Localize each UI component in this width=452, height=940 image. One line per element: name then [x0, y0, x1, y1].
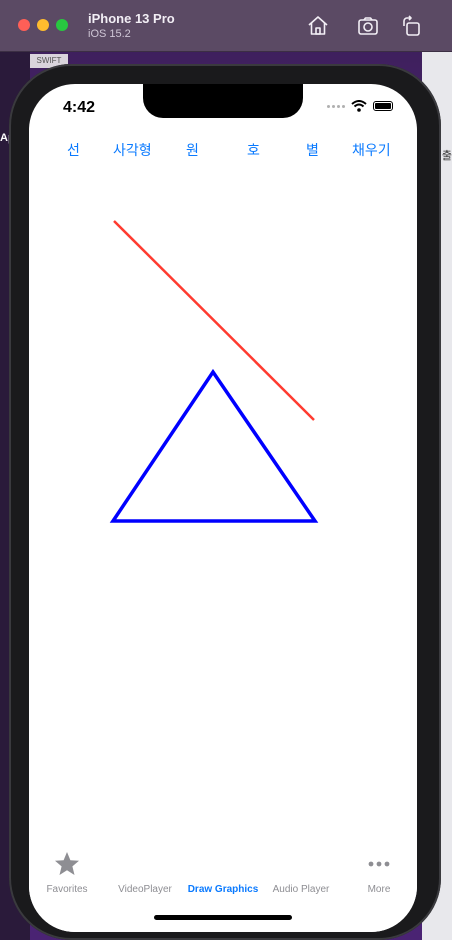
iphone-screen: 4:42 선 사각형 원 호 별 채우기 Favorites VideoPlay… — [29, 84, 417, 932]
home-icon[interactable] — [306, 14, 330, 38]
zoom-window-button[interactable] — [56, 19, 68, 31]
circle-button[interactable]: 원 — [186, 140, 199, 160]
tab-label: More — [367, 884, 391, 895]
close-window-button[interactable] — [18, 19, 30, 31]
tab-favorites[interactable]: Favorites — [29, 842, 105, 902]
more-icon — [365, 850, 393, 878]
simulator-titlebar: iPhone 13 Pro iOS 15.2 — [0, 0, 452, 52]
tab-videoplayer[interactable]: VideoPlayer — [107, 842, 183, 902]
minimize-window-button[interactable] — [37, 19, 49, 31]
shape-toolbar: 선 사각형 원 호 별 채우기 — [29, 140, 417, 162]
notch — [143, 84, 303, 118]
tab-label: VideoPlayer — [118, 884, 172, 895]
rotate-icon[interactable] — [400, 14, 424, 38]
rectangle-button[interactable]: 사각형 — [113, 140, 152, 160]
tab-label: Audio Player — [272, 884, 330, 895]
arc-button[interactable]: 호 — [247, 140, 260, 160]
tab-bar: Favorites VideoPlayer Draw Graphics Audi… — [29, 842, 417, 932]
wifi-icon — [351, 100, 367, 112]
tab-label: Favorites — [46, 884, 88, 895]
cellular-signal-icon — [327, 104, 345, 108]
line-button[interactable]: 선 — [67, 140, 80, 160]
tab-audio-player[interactable]: Audio Player — [263, 842, 339, 902]
status-indicators — [327, 100, 393, 112]
simulator-os-version: iOS 15.2 — [88, 28, 131, 40]
drawn-line — [113, 220, 315, 421]
battery-icon — [373, 101, 393, 111]
iphone-device-frame: 4:42 선 사각형 원 호 별 채우기 Favorites VideoPlay… — [9, 64, 441, 940]
tab-more[interactable]: More — [341, 842, 417, 902]
home-indicator — [154, 915, 292, 920]
tab-draw-graphics[interactable]: Draw Graphics — [185, 842, 261, 902]
star-button[interactable]: 별 — [306, 140, 319, 160]
drawn-triangle — [109, 368, 319, 523]
drawing-canvas[interactable] — [29, 174, 417, 814]
star-icon — [53, 850, 81, 878]
status-time: 4:42 — [63, 99, 96, 116]
tab-label: Draw Graphics — [187, 884, 259, 895]
screenshot-icon[interactable] — [356, 14, 380, 38]
fill-button[interactable]: 채우기 — [352, 140, 391, 160]
simulator-device-name: iPhone 13 Pro — [88, 11, 175, 26]
